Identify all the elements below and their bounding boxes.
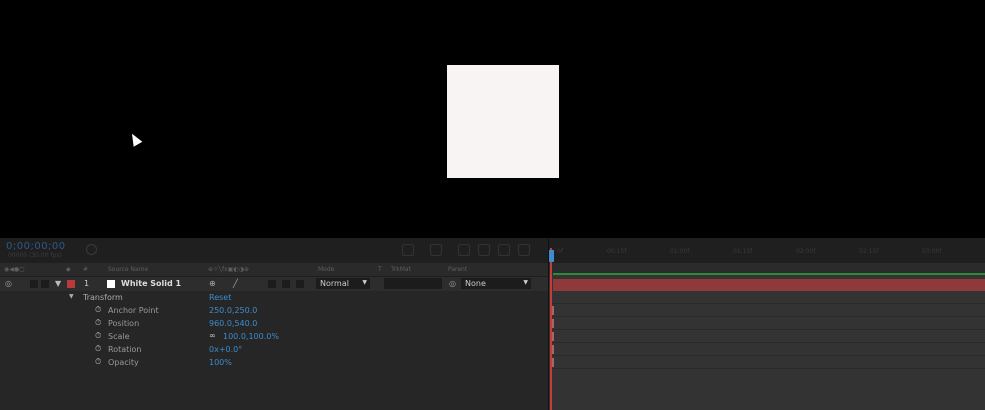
column-parent: Parent: [448, 266, 468, 273]
anchor-point-track: [553, 304, 985, 317]
ruler-tick: 01:00f: [670, 248, 690, 255]
keyframe-marker[interactable]: [552, 358, 554, 367]
composition-viewer[interactable]: [0, 0, 985, 238]
current-time-indicator-handle[interactable]: [549, 250, 554, 262]
switches-icons: ⊕☼╲fx▣◐◑⊕: [208, 266, 249, 273]
opacity-track: [553, 356, 985, 369]
scale-track: [553, 330, 985, 343]
column-mode: Mode: [318, 266, 335, 273]
column-source-name[interactable]: Source Name: [108, 266, 148, 273]
column-number: #: [83, 266, 89, 273]
chevron-down-icon: ▼: [362, 279, 367, 286]
keyframe-marker[interactable]: [552, 332, 554, 341]
constrain-proportions-icon[interactable]: ∞: [209, 331, 216, 340]
current-time-indicator[interactable]: [550, 248, 552, 410]
property-value[interactable]: 250.0,250.0: [209, 306, 257, 315]
timeline-panel: 0;00;00;00 00000 (30.00 fps) ◉◀●▢ ◆ # So…: [0, 238, 985, 410]
rotation-track: [553, 343, 985, 356]
ruler-tick: 0f: [557, 248, 563, 255]
property-name: Opacity: [108, 358, 139, 367]
trkmat-dropdown[interactable]: [384, 278, 442, 289]
ruler-tick: 03:00f: [922, 248, 942, 255]
solo-switch[interactable]: [41, 280, 49, 288]
property-row-rotation: ⏱ Rotation 0x+0.0°: [0, 343, 548, 356]
column-t: T: [378, 266, 382, 273]
label-color-swatch[interactable]: [67, 280, 75, 288]
property-value[interactable]: 0x+0.0°: [209, 345, 242, 354]
stopwatch-icon[interactable]: ⏱: [95, 357, 101, 367]
ruler-tick: 01:15f: [733, 248, 753, 255]
switch-box[interactable]: [296, 280, 304, 288]
twirl-down-icon[interactable]: ▼: [55, 279, 61, 288]
stopwatch-icon[interactable]: ⏱: [95, 318, 101, 328]
keyframe-marker[interactable]: [552, 345, 554, 354]
reset-link[interactable]: Reset: [209, 293, 231, 302]
shy-layers-icon[interactable]: [458, 244, 470, 256]
mode-value: Normal: [320, 279, 349, 288]
parent-value: None: [465, 279, 486, 288]
property-value[interactable]: 960.0,540.0: [209, 319, 257, 328]
parent-dropdown[interactable]: None ▼: [461, 278, 531, 289]
twirl-down-icon[interactable]: ▼: [69, 293, 74, 300]
layer-duration-bar[interactable]: [553, 279, 985, 291]
layer-number: 1: [84, 279, 90, 288]
search-icon[interactable]: [86, 244, 97, 255]
transform-group-row[interactable]: ▼ Transform Reset: [0, 291, 548, 304]
current-timecode[interactable]: 0;00;00;00: [6, 241, 66, 252]
transform-track: [553, 291, 985, 304]
property-row-opacity: ⏱ Opacity 100%: [0, 356, 548, 369]
stopwatch-icon[interactable]: ⏱: [95, 331, 101, 341]
fps-readout: 00000 (30.00 fps): [8, 252, 62, 259]
ruler-tick: 02:00f: [796, 248, 816, 255]
mode-dropdown[interactable]: Normal ▼: [316, 278, 370, 289]
layer-column-header: ◉◀●▢ ◆ # Source Name ⊕☼╲fx▣◐◑⊕ Mode T Tr…: [0, 263, 548, 277]
frame-blending-icon[interactable]: [478, 244, 490, 256]
motion-blur-icon[interactable]: [498, 244, 510, 256]
keyframe-marker[interactable]: [552, 306, 554, 315]
render-bar: [553, 273, 985, 275]
layer-name[interactable]: White Solid 1: [121, 279, 181, 288]
time-graph[interactable]: 0f 00:15f 01:00f 01:15f 02:00f 02:15f 03…: [549, 238, 985, 410]
draft-3d-icon[interactable]: [430, 244, 442, 256]
av-features-icon: ◉◀●▢: [4, 266, 25, 273]
chevron-down-icon: ▼: [523, 279, 528, 286]
shy-icon[interactable]: ⊕: [209, 279, 216, 288]
comp-mini-flowchart-icon[interactable]: [402, 244, 414, 256]
switch-box[interactable]: [282, 280, 290, 288]
property-name: Rotation: [108, 345, 142, 354]
graph-editor-icon[interactable]: [518, 244, 530, 256]
property-value[interactable]: 100.0,100.0%: [223, 332, 279, 341]
work-area-bar[interactable]: [549, 263, 985, 275]
position-track: [553, 317, 985, 330]
property-name: Position: [108, 319, 140, 328]
quality-icon[interactable]: ╱: [233, 279, 238, 288]
white-solid-layer[interactable]: [447, 65, 559, 178]
solid-thumbnail: [107, 280, 115, 288]
ruler-tick: 00:15f: [607, 248, 627, 255]
switch-box[interactable]: [268, 280, 276, 288]
eye-icon[interactable]: ◎: [5, 279, 12, 288]
transform-label: Transform: [83, 293, 123, 302]
property-row-position: ⏱ Position 960.0,540.0: [0, 317, 548, 330]
keyframe-marker[interactable]: [552, 319, 554, 328]
column-trkmat: TrkMat: [391, 266, 411, 273]
property-row-scale: ⏱ Scale ∞ 100.0,100.0%: [0, 330, 548, 343]
lock-switch[interactable]: [30, 280, 38, 288]
time-ruler[interactable]: 0f 00:15f 01:00f 01:15f 02:00f 02:15f 03…: [549, 238, 985, 263]
property-name: Scale: [108, 332, 130, 341]
stopwatch-icon[interactable]: ⏱: [95, 344, 101, 354]
stopwatch-icon[interactable]: ⏱: [95, 305, 101, 315]
property-row-anchor-point: ⏱ Anchor Point 250.0,250.0: [0, 304, 548, 317]
property-value[interactable]: 100%: [209, 358, 232, 367]
layer-row[interactable]: ◎ ▼ 1 White Solid 1 ⊕ ╱ Normal ▼ ◎ None …: [0, 277, 548, 291]
ruler-tick: 02:15f: [859, 248, 879, 255]
property-name: Anchor Point: [108, 306, 159, 315]
pick-whip-icon[interactable]: ◎: [449, 279, 456, 288]
label-icon: ◆: [66, 266, 71, 273]
